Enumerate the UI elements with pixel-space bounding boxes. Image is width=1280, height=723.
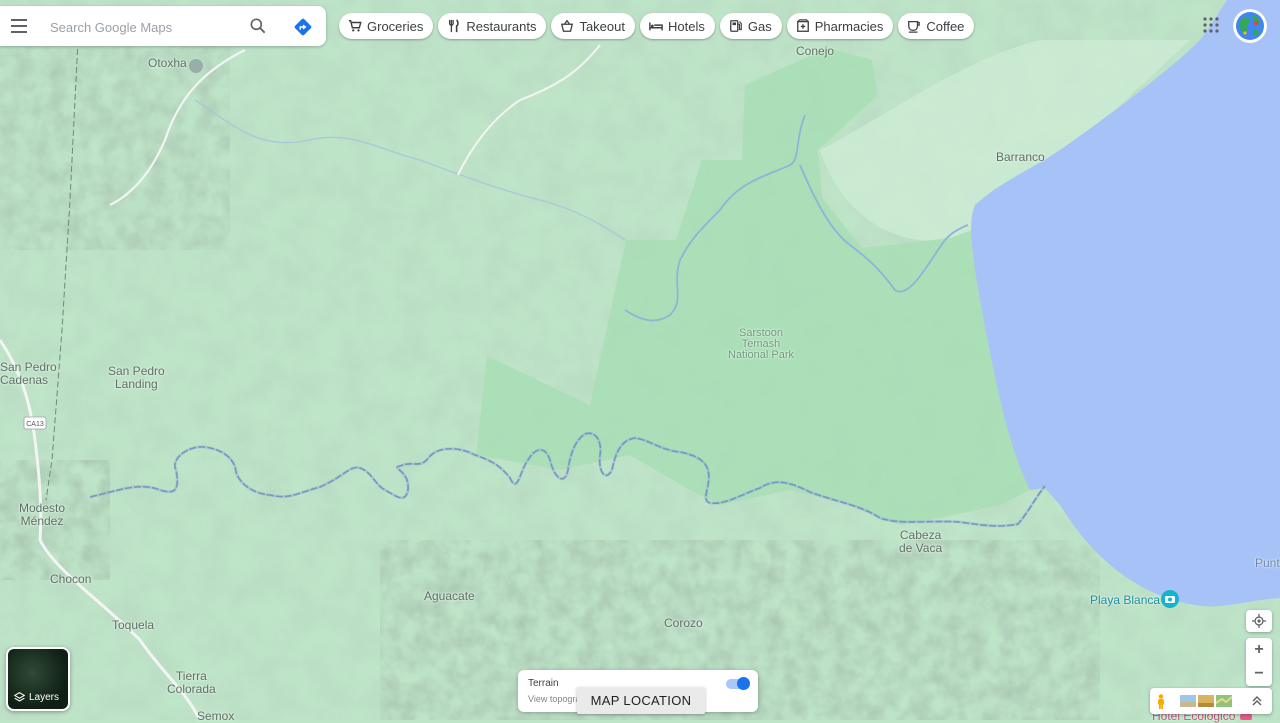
place-barranco[interactable]: Barranco: [996, 151, 1045, 164]
takeout-bag-icon: [561, 19, 574, 32]
place-sarstoon-temash-national-park[interactable]: Sarstoon Temash National Park: [728, 328, 794, 361]
layers-label: Layers: [29, 692, 60, 703]
my-location-icon: [1252, 614, 1266, 628]
map-location-overlay: MAP LOCATION: [577, 687, 705, 714]
gas-pump-icon: [729, 20, 742, 32]
place-san-pedro-landing[interactable]: San Pedro Landing: [108, 365, 165, 391]
my-location-button[interactable]: [1246, 610, 1272, 632]
map-thumbnail-icon[interactable]: [1216, 695, 1232, 707]
bed-icon: [649, 22, 663, 31]
terrain-title: Terrain: [528, 678, 559, 689]
place-aguacate[interactable]: Aguacate: [424, 590, 475, 603]
otoxha-pin-icon[interactable]: [189, 59, 203, 73]
place-semox[interactable]: Semox: [197, 710, 234, 723]
place-toquela[interactable]: Toquela: [112, 619, 154, 632]
search-icon[interactable]: [248, 16, 268, 36]
place-playa-blanca[interactable]: Playa Blanca: [1090, 594, 1160, 607]
chip-label: Groceries: [367, 18, 424, 34]
photo-thumbnail-icon[interactable]: [1198, 695, 1214, 707]
chip-takeout[interactable]: Takeout: [551, 13, 635, 39]
zoom-out-button[interactable]: −: [1246, 662, 1272, 686]
road-shield-label: CA13: [26, 421, 44, 428]
zoom-controls: + −: [1246, 638, 1272, 686]
pegman-icon[interactable]: [1156, 694, 1166, 709]
chip-gas[interactable]: Gas: [719, 13, 782, 39]
street-view-thumbnail-icon[interactable]: [1180, 695, 1196, 707]
category-chips: Groceries Restaurants Takeout Hotels Gas…: [339, 13, 975, 39]
map-canvas[interactable]: CA13: [0, 0, 1280, 720]
chip-label: Hotels: [668, 18, 705, 34]
bottom-toolbar: [1150, 688, 1272, 714]
chip-pharmacies[interactable]: Pharmacies: [786, 13, 894, 39]
menu-icon[interactable]: [11, 19, 27, 33]
chip-coffee[interactable]: Coffee: [898, 13, 975, 39]
place-chocon[interactable]: Chocon: [50, 573, 91, 586]
place-corozo[interactable]: Corozo: [664, 617, 703, 630]
chip-label: Coffee: [926, 18, 965, 34]
chip-hotels[interactable]: Hotels: [640, 13, 715, 39]
search-input[interactable]: [48, 14, 242, 40]
directions-icon[interactable]: [292, 16, 314, 38]
layers-icon: [14, 692, 25, 702]
avatar[interactable]: [1233, 9, 1267, 43]
place-conejo[interactable]: Conejo: [796, 45, 834, 58]
place-otoxha[interactable]: Otoxha: [148, 57, 187, 70]
cart-icon: [348, 20, 362, 32]
map-controls: + −: [1246, 610, 1272, 686]
zoom-in-button[interactable]: +: [1246, 638, 1272, 662]
chip-label: Gas: [747, 18, 772, 34]
coffee-cup-icon: [908, 20, 921, 33]
chip-label: Restaurants: [466, 18, 537, 34]
fork-knife-icon: [449, 19, 460, 33]
place-punta[interactable]: Punt: [1255, 557, 1280, 570]
place-san-pedro-cadenas[interactable]: San Pedro Cadenas: [0, 361, 57, 387]
camera-pin-icon-lens: [1168, 597, 1172, 602]
pharmacy-icon: [796, 19, 809, 32]
search-box: [0, 6, 326, 46]
expand-chevron-icon[interactable]: [1252, 695, 1262, 707]
apps-grid-icon[interactable]: [1203, 17, 1219, 33]
chip-label: Takeout: [579, 18, 625, 34]
place-cabeza-de-vaca[interactable]: Cabeza de Vaca: [899, 529, 942, 555]
place-tierra-colorada[interactable]: Tierra Colorada: [167, 670, 216, 696]
place-modesto-mendez[interactable]: Modesto Méndez: [19, 502, 65, 528]
chip-label: Pharmacies: [814, 18, 884, 34]
layers-button[interactable]: Layers: [6, 647, 70, 711]
chip-restaurants[interactable]: Restaurants: [438, 13, 547, 39]
terrain-toggle[interactable]: [726, 677, 750, 690]
chip-groceries[interactable]: Groceries: [339, 13, 434, 39]
